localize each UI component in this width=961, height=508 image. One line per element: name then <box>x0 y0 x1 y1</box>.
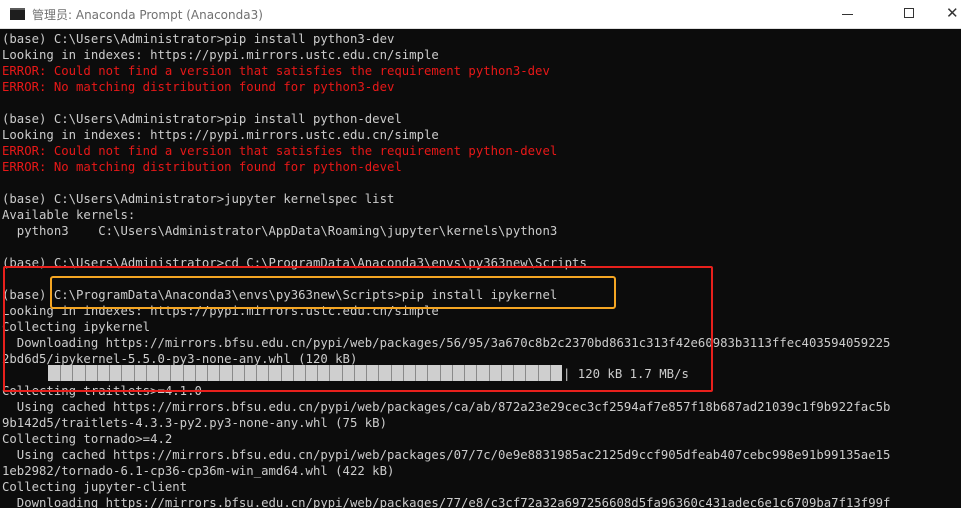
console-line: Looking in indexes: https://pypi.mirrors… <box>2 128 439 142</box>
maximize-icon <box>904 8 914 18</box>
console-line: (base) C:\Users\Administrator>pip instal… <box>2 32 395 46</box>
console-error-line: ERROR: Could not find a version that sat… <box>2 64 550 78</box>
console-line: python3 C:\Users\Administrator\AppData\R… <box>2 224 558 238</box>
console-error-line: ERROR: No matching distribution found fo… <box>2 80 395 94</box>
console-error-line: ERROR: Could not find a version that sat… <box>2 144 558 158</box>
terminal-icon <box>10 8 25 20</box>
console-line: Downloading https://mirrors.bfsu.edu.cn/… <box>2 496 891 508</box>
minimize-icon <box>842 14 853 15</box>
console-line: 1eb2982/tornado-6.1-cp36-cp36m-win_amd64… <box>2 464 395 478</box>
console-line: 9b142d5/traitlets-4.3.3-py2.py3-none-any… <box>2 416 387 430</box>
console-line: Available kernels: <box>2 208 136 222</box>
console-line: Using cached https://mirrors.bfsu.edu.cn… <box>2 448 891 462</box>
title-bar[interactable]: 管理员: Anaconda Prompt (Anaconda3) ✕ <box>0 0 961 29</box>
close-icon: ✕ <box>946 4 959 22</box>
console-line: Looking in indexes: https://pypi.mirrors… <box>2 48 439 62</box>
console-line: Using cached https://mirrors.bfsu.edu.cn… <box>2 400 891 414</box>
close-button[interactable]: ✕ <box>930 0 961 28</box>
console-line: (base) C:\Users\Administrator>jupyter ke… <box>2 192 395 206</box>
highlight-box-yellow <box>50 276 616 309</box>
minimize-button[interactable] <box>824 0 870 28</box>
console-line: (base) C:\Users\Administrator>pip instal… <box>2 112 402 126</box>
console-line: Collecting tornado>=4.2 <box>2 432 173 446</box>
console-error-line: ERROR: No matching distribution found fo… <box>2 160 402 174</box>
console-line: Collecting jupyter-client <box>2 480 188 494</box>
window-title: 管理员: Anaconda Prompt (Anaconda3) <box>32 8 263 22</box>
maximize-button[interactable] <box>887 0 933 28</box>
